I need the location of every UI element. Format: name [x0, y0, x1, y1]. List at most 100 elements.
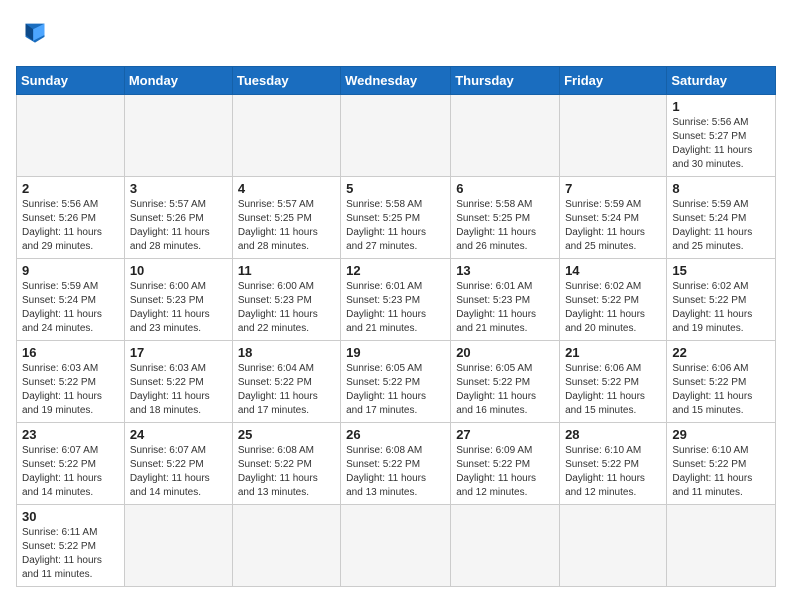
day-info: Sunrise: 6:02 AM Sunset: 5:22 PM Dayligh…: [672, 280, 770, 336]
calendar-day-cell: [560, 95, 667, 177]
weekday-header-wednesday: Wednesday: [341, 67, 451, 95]
calendar-day-cell: [560, 505, 667, 587]
day-number: 8: [672, 181, 770, 196]
day-number: 14: [565, 263, 661, 278]
calendar-day-cell: 26 Sunrise: 6:08 AM Sunset: 5:22 PM Dayli…: [341, 423, 451, 505]
day-number: 13: [456, 263, 554, 278]
calendar-day-cell: 20Sunrise: 6:05 AM Sunset: 5:22 PM Dayli…: [451, 341, 560, 423]
day-info: Sunrise: 6:01 AM Sunset: 5:23 PM Dayligh…: [346, 280, 445, 336]
day-number: 29: [672, 427, 770, 442]
calendar-day-cell: 23Sunrise: 6:07 AM Sunset: 5:22 PM Dayli…: [17, 423, 125, 505]
weekday-header-friday: Friday: [560, 67, 667, 95]
day-number: 26: [346, 427, 445, 442]
calendar-week-row: 23 Sunrise: 6:07 AM Sunset: 5:22 PM Dayli…: [17, 423, 776, 505]
day-info: Sunrise: 6:00 AM Sunset: 5:23 PM Dayligh…: [130, 280, 227, 336]
weekday-header-tuesday: Tuesday: [232, 67, 340, 95]
calendar-day-cell: 24 Sunrise: 6:07 AM Sunset: 5:22 PM Dayli…: [124, 423, 232, 505]
day-number: 30: [22, 509, 119, 524]
day-info: Sunrise: 6:07 AM Sunset: 5:22 PM Dayligh…: [130, 444, 227, 500]
day-number: 2: [22, 181, 119, 196]
calendar-day-cell: 14 Sunrise: 6:02 AM Sunset: 5:22 PM Dayli…: [560, 259, 667, 341]
day-info: Sunrise: 5:58 AM Sunset: 5:25 PM Dayligh…: [346, 198, 445, 254]
day-info: Sunrise: 6:09 AM Sunset: 5:22 PM Dayligh…: [456, 444, 554, 500]
day-number: 19: [346, 345, 445, 360]
calendar-week-row: 1Sunrise: 5:56 AM Sunset: 5:27 PM Daylig…: [17, 95, 776, 177]
day-number: 3: [130, 181, 227, 196]
weekday-header-monday: Monday: [124, 67, 232, 95]
calendar-day-cell: 15 Sunrise: 6:02 AM Sunset: 5:22 PM Dayli…: [667, 259, 776, 341]
day-number: 6: [456, 181, 554, 196]
calendar-week-row: 2 Sunrise: 5:56 AM Sunset: 5:26 PM Daylig…: [17, 177, 776, 259]
calendar-day-cell: [341, 95, 451, 177]
day-info: Sunrise: 5:57 AM Sunset: 5:26 PM Dayligh…: [130, 198, 227, 254]
day-number: 11: [238, 263, 335, 278]
day-info: Sunrise: 6:03 AM Sunset: 5:22 PM Dayligh…: [22, 362, 119, 418]
day-info: Sunrise: 6:06 AM Sunset: 5:22 PM Dayligh…: [565, 362, 661, 418]
calendar-day-cell: 13 Sunrise: 6:01 AM Sunset: 5:23 PM Dayli…: [451, 259, 560, 341]
calendar-day-cell: 6 Sunrise: 5:58 AM Sunset: 5:25 PM Daylig…: [451, 177, 560, 259]
calendar-day-cell: 1Sunrise: 5:56 AM Sunset: 5:27 PM Daylig…: [667, 95, 776, 177]
day-number: 28: [565, 427, 661, 442]
day-info: Sunrise: 6:02 AM Sunset: 5:22 PM Dayligh…: [565, 280, 661, 336]
day-number: 15: [672, 263, 770, 278]
calendar-day-cell: [232, 505, 340, 587]
day-info: Sunrise: 6:04 AM Sunset: 5:22 PM Dayligh…: [238, 362, 335, 418]
day-number: 7: [565, 181, 661, 196]
day-number: 25: [238, 427, 335, 442]
day-info: Sunrise: 5:56 AM Sunset: 5:27 PM Dayligh…: [672, 116, 770, 172]
calendar-day-cell: 17Sunrise: 6:03 AM Sunset: 5:22 PM Dayli…: [124, 341, 232, 423]
day-info: Sunrise: 5:59 AM Sunset: 5:24 PM Dayligh…: [672, 198, 770, 254]
calendar-day-cell: 4Sunrise: 5:57 AM Sunset: 5:25 PM Daylig…: [232, 177, 340, 259]
day-info: Sunrise: 6:01 AM Sunset: 5:23 PM Dayligh…: [456, 280, 554, 336]
day-number: 21: [565, 345, 661, 360]
day-number: 9: [22, 263, 119, 278]
day-info: Sunrise: 6:00 AM Sunset: 5:23 PM Dayligh…: [238, 280, 335, 336]
calendar-day-cell: 16 Sunrise: 6:03 AM Sunset: 5:22 PM Dayli…: [17, 341, 125, 423]
day-number: 27: [456, 427, 554, 442]
calendar-day-cell: 11 Sunrise: 6:00 AM Sunset: 5:23 PM Dayli…: [232, 259, 340, 341]
calendar-day-cell: 27 Sunrise: 6:09 AM Sunset: 5:22 PM Dayli…: [451, 423, 560, 505]
calendar-day-cell: 9 Sunrise: 5:59 AM Sunset: 5:24 PM Daylig…: [17, 259, 125, 341]
calendar-day-cell: 21 Sunrise: 6:06 AM Sunset: 5:22 PM Dayli…: [560, 341, 667, 423]
calendar-header: SundayMondayTuesdayWednesdayThursdayFrid…: [17, 67, 776, 95]
calendar-day-cell: 7 Sunrise: 5:59 AM Sunset: 5:24 PM Daylig…: [560, 177, 667, 259]
calendar-day-cell: [17, 95, 125, 177]
day-info: Sunrise: 5:59 AM Sunset: 5:24 PM Dayligh…: [565, 198, 661, 254]
calendar-day-cell: 30Sunrise: 6:11 AM Sunset: 5:22 PM Dayli…: [17, 505, 125, 587]
day-info: Sunrise: 5:58 AM Sunset: 5:25 PM Dayligh…: [456, 198, 554, 254]
calendar-day-cell: [232, 95, 340, 177]
day-number: 20: [456, 345, 554, 360]
calendar-day-cell: 22 Sunrise: 6:06 AM Sunset: 5:22 PM Dayli…: [667, 341, 776, 423]
day-number: 4: [238, 181, 335, 196]
day-number: 24: [130, 427, 227, 442]
calendar-week-row: 30Sunrise: 6:11 AM Sunset: 5:22 PM Dayli…: [17, 505, 776, 587]
calendar-day-cell: 2 Sunrise: 5:56 AM Sunset: 5:26 PM Daylig…: [17, 177, 125, 259]
day-info: Sunrise: 6:05 AM Sunset: 5:22 PM Dayligh…: [346, 362, 445, 418]
logo: [16, 16, 60, 54]
day-info: Sunrise: 6:08 AM Sunset: 5:22 PM Dayligh…: [346, 444, 445, 500]
day-info: Sunrise: 6:08 AM Sunset: 5:22 PM Dayligh…: [238, 444, 335, 500]
day-number: 5: [346, 181, 445, 196]
calendar-day-cell: [667, 505, 776, 587]
weekday-header-row: SundayMondayTuesdayWednesdayThursdayFrid…: [17, 67, 776, 95]
day-info: Sunrise: 6:10 AM Sunset: 5:22 PM Dayligh…: [565, 444, 661, 500]
calendar-week-row: 9 Sunrise: 5:59 AM Sunset: 5:24 PM Daylig…: [17, 259, 776, 341]
calendar-day-cell: [451, 95, 560, 177]
calendar-day-cell: 10 Sunrise: 6:00 AM Sunset: 5:23 PM Dayli…: [124, 259, 232, 341]
calendar-day-cell: [341, 505, 451, 587]
day-info: Sunrise: 6:03 AM Sunset: 5:22 PM Dayligh…: [130, 362, 227, 418]
day-info: Sunrise: 5:56 AM Sunset: 5:26 PM Dayligh…: [22, 198, 119, 254]
calendar-day-cell: 18 Sunrise: 6:04 AM Sunset: 5:22 PM Dayli…: [232, 341, 340, 423]
day-number: 16: [22, 345, 119, 360]
day-number: 22: [672, 345, 770, 360]
calendar-day-cell: [124, 95, 232, 177]
day-info: Sunrise: 6:06 AM Sunset: 5:22 PM Dayligh…: [672, 362, 770, 418]
day-number: 10: [130, 263, 227, 278]
day-number: 12: [346, 263, 445, 278]
day-number: 18: [238, 345, 335, 360]
day-number: 23: [22, 427, 119, 442]
calendar-day-cell: 25 Sunrise: 6:08 AM Sunset: 5:22 PM Dayli…: [232, 423, 340, 505]
calendar-day-cell: [124, 505, 232, 587]
calendar-week-row: 16 Sunrise: 6:03 AM Sunset: 5:22 PM Dayli…: [17, 341, 776, 423]
day-info: Sunrise: 5:59 AM Sunset: 5:24 PM Dayligh…: [22, 280, 119, 336]
